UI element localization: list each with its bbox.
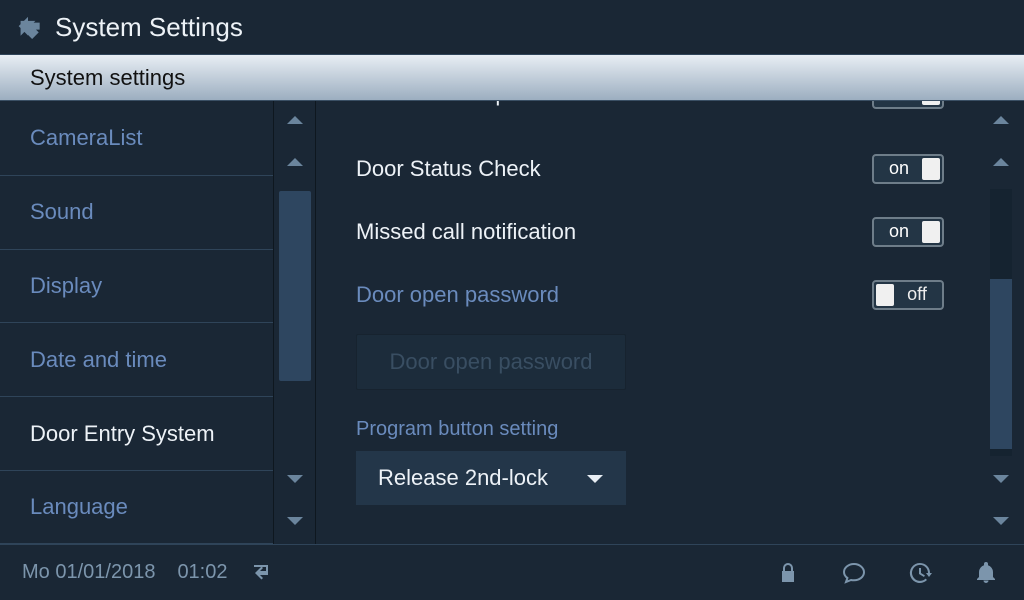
chevron-up-icon [992, 155, 1010, 173]
toggle-knob [922, 158, 940, 180]
chevron-up-icon [992, 113, 1010, 131]
sidebar-scroll-up-2[interactable] [274, 143, 316, 185]
sidebar-item-door-entry-system[interactable]: Door Entry System [0, 396, 273, 470]
chevron-down-icon [286, 514, 304, 532]
sidebar-scroll-up-1[interactable] [274, 101, 316, 143]
panel-scroll-track[interactable] [990, 189, 1012, 456]
panel-scroll-down-1[interactable] [980, 460, 1022, 502]
footer-time: 01:02 [177, 561, 227, 584]
sidebar-item-display[interactable]: Display [0, 249, 273, 323]
sidebar: CameraList Sound Display Date and time D… [0, 101, 274, 544]
toggle-state: on [876, 158, 922, 179]
chevron-up-icon [286, 155, 304, 173]
header: System Settings [0, 0, 1024, 55]
toggle-missed-call-notification[interactable]: on [872, 217, 944, 247]
footer-date: Mo 01/01/2018 [22, 561, 155, 584]
tab-system-settings[interactable]: System settings [30, 65, 185, 91]
chevron-down-icon [992, 514, 1010, 532]
toggle-state: on [876, 221, 922, 242]
dropdown-selected: Release 2nd-lock [378, 465, 548, 491]
setting-label: Door Status Check [356, 156, 541, 182]
program-button-section-label: Program button setting [356, 418, 944, 441]
toggle-knob [876, 284, 894, 306]
sidebar-item-date-and-time[interactable]: Date and time [0, 322, 273, 396]
setting-door-open-password: Door open password off [356, 263, 944, 326]
sidebar-item-cameralist[interactable]: CameraList [0, 101, 273, 175]
sidebar-scroll-down-2[interactable] [274, 502, 316, 544]
toggle-state: off [894, 284, 940, 305]
back-button[interactable] [0, 0, 55, 55]
panel-scroll-down-2[interactable] [980, 502, 1022, 544]
lock-icon[interactable] [776, 561, 800, 585]
setting-door-status-check: Door Status Check on [356, 137, 944, 200]
page-title: System Settings [55, 12, 243, 43]
footer: Mo 01/01/2018 01:02 [0, 544, 1024, 600]
toggle-door-open-password[interactable]: off [872, 280, 944, 310]
setting-label: Door open password [356, 282, 559, 308]
sidebar-scroll-thumb[interactable] [279, 191, 311, 381]
setting-automatic-snapshots: Automatic snapshots on [356, 101, 944, 137]
bell-icon[interactable] [974, 561, 998, 585]
panel-scroll-up-2[interactable] [980, 143, 1022, 185]
sidebar-item-language[interactable]: Language [0, 470, 273, 544]
tab-bar: System settings [0, 55, 1024, 101]
settings-panel: Automatic snapshots on Door Status Check… [316, 101, 978, 544]
program-button-dropdown[interactable]: Release 2nd-lock [356, 451, 626, 505]
return-icon[interactable] [250, 561, 274, 585]
panel-scroll-thumb[interactable] [990, 279, 1012, 449]
chevron-down-icon [992, 472, 1010, 490]
setting-missed-call-notification: Missed call notification on [356, 200, 944, 263]
toggle-automatic-snapshots[interactable]: on [872, 101, 944, 109]
body: CameraList Sound Display Date and time D… [0, 101, 1024, 544]
door-open-password-button: Door open password [356, 334, 626, 390]
setting-label: Automatic snapshots [356, 101, 560, 107]
speech-bubble-icon[interactable] [842, 561, 866, 585]
panel-scrollbar[interactable] [978, 101, 1024, 544]
sidebar-item-sound[interactable]: Sound [0, 175, 273, 249]
history-icon[interactable] [908, 561, 932, 585]
chevron-up-icon [286, 113, 304, 131]
toggle-state: on [876, 101, 922, 105]
sidebar-scrollbar[interactable] [274, 101, 316, 544]
chevron-down-icon [286, 472, 304, 490]
toggle-knob [922, 221, 940, 243]
back-arrow-icon [14, 11, 42, 44]
toggle-door-status-check[interactable]: on [872, 154, 944, 184]
sidebar-scroll-down-1[interactable] [274, 460, 316, 502]
panel-scroll-up-1[interactable] [980, 101, 1022, 143]
toggle-knob [922, 101, 940, 105]
setting-label: Missed call notification [356, 219, 576, 245]
chevron-down-icon [586, 465, 604, 491]
